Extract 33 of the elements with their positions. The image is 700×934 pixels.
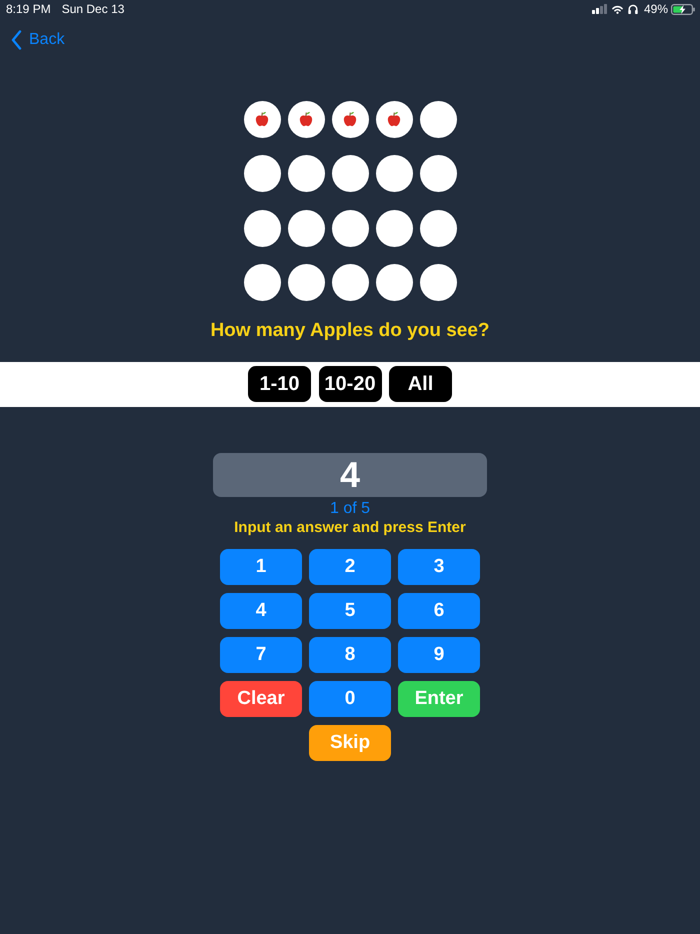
digit-key[interactable]: 7 bbox=[220, 636, 302, 672]
question-text: How many Apples do you see? bbox=[210, 319, 490, 343]
digit-key[interactable]: 4 bbox=[220, 592, 302, 628]
range-button[interactable]: All bbox=[389, 366, 452, 402]
range-button[interactable]: 10-20 bbox=[318, 366, 382, 402]
digit-key[interactable]: 8 bbox=[309, 636, 391, 672]
battery-percent: 49% bbox=[644, 2, 668, 16]
signal-icon bbox=[592, 4, 607, 14]
enter-button[interactable]: Enter bbox=[398, 680, 480, 716]
skip-button[interactable]: Skip bbox=[309, 724, 391, 760]
back-button[interactable]: Back bbox=[11, 30, 65, 50]
digit-key[interactable]: 9 bbox=[398, 636, 480, 672]
apple-icon bbox=[299, 111, 313, 127]
apple-icon bbox=[343, 111, 357, 127]
range-button[interactable]: 1-10 bbox=[248, 366, 311, 402]
apple-icon bbox=[387, 111, 401, 127]
digit-key[interactable]: 2 bbox=[309, 548, 391, 584]
wifi-icon bbox=[612, 4, 623, 14]
digit-key[interactable]: 0 bbox=[309, 680, 391, 716]
status-time: 8:19 PM bbox=[6, 2, 51, 16]
chevron-left-icon bbox=[11, 30, 22, 50]
clear-button[interactable]: Clear bbox=[220, 680, 302, 716]
answer-field[interactable]: 4 bbox=[213, 452, 487, 496]
digit-key[interactable]: 5 bbox=[309, 592, 391, 628]
headphones-icon bbox=[628, 4, 638, 14]
battery-charging-icon bbox=[671, 4, 695, 14]
digit-key[interactable]: 6 bbox=[398, 592, 480, 628]
status-date: Sun Dec 13 bbox=[62, 2, 124, 16]
progress-text: 1 of 5 bbox=[330, 499, 370, 518]
digit-key[interactable]: 3 bbox=[398, 548, 480, 584]
instruction-text: Input an answer and press Enter bbox=[234, 518, 466, 537]
apple-icon bbox=[255, 111, 269, 127]
digit-key[interactable]: 1 bbox=[220, 548, 302, 584]
